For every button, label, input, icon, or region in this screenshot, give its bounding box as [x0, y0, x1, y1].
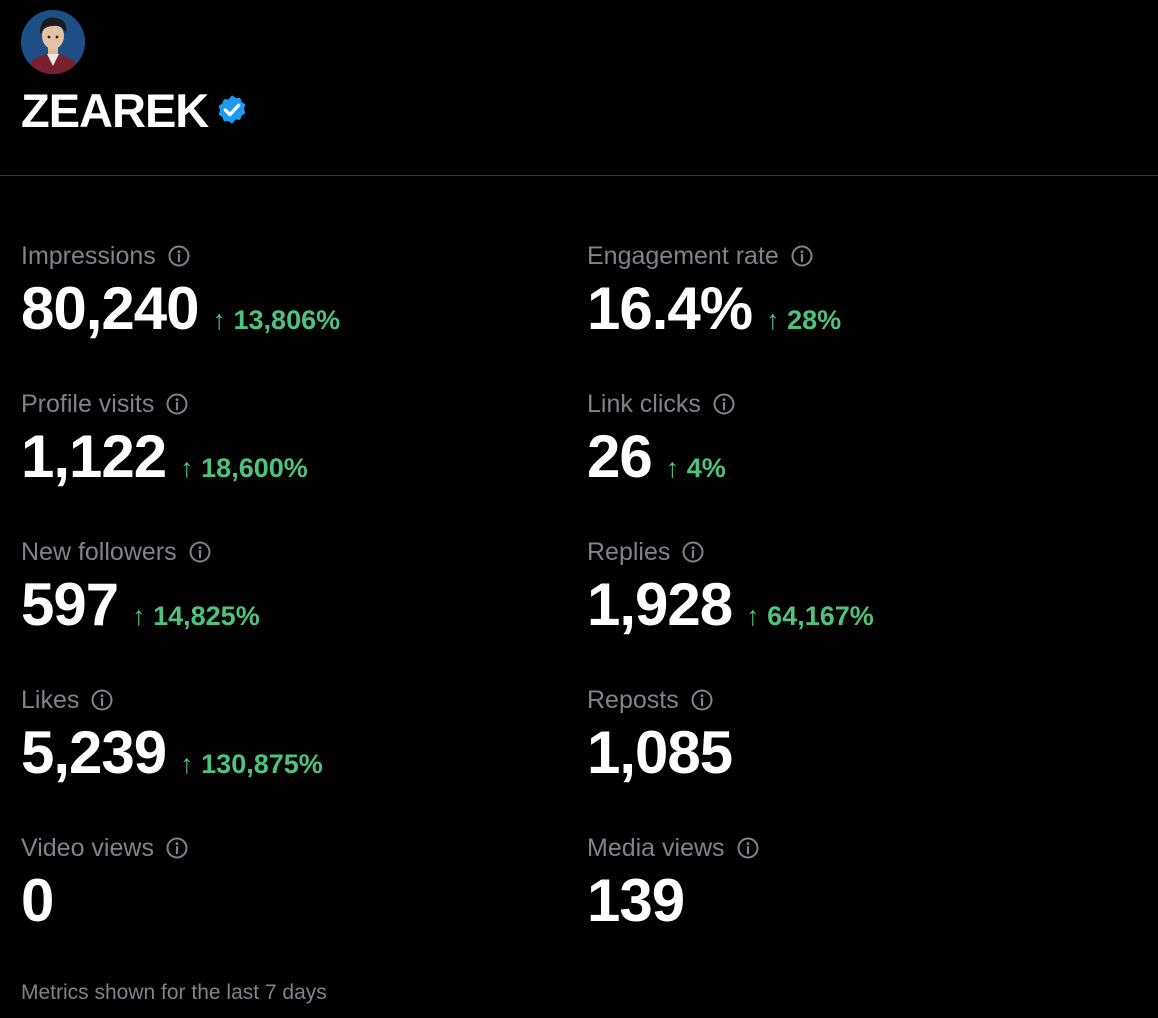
- metric-value: 80,240: [21, 275, 200, 342]
- metric-value: 139: [587, 867, 685, 934]
- metric-value: 1,122: [21, 423, 167, 490]
- analytics-page: ZEAREK Impressions 80,240 ↑ 13,806% Prof…: [0, 0, 1158, 1018]
- info-icon[interactable]: [167, 244, 191, 268]
- metric-video-views: Video views 0: [21, 833, 189, 931]
- info-icon[interactable]: [736, 836, 760, 860]
- metric-value: 16.4%: [587, 275, 753, 342]
- metric-reposts: Reposts 1,085: [587, 685, 746, 783]
- metric-media-views: Media views 139: [587, 833, 760, 931]
- metric-change: ↑ 28%: [766, 305, 842, 335]
- avatar-icon: [21, 10, 85, 74]
- metric-value: 26: [587, 423, 653, 490]
- metric-label: Video views: [21, 834, 154, 862]
- metric-value: 5,239: [21, 719, 167, 786]
- info-icon[interactable]: [712, 392, 736, 416]
- info-icon[interactable]: [165, 392, 189, 416]
- info-icon[interactable]: [90, 688, 114, 712]
- metric-label: Profile visits: [21, 390, 155, 418]
- info-icon[interactable]: [790, 244, 814, 268]
- display-name: ZEAREK: [21, 84, 209, 137]
- metric-change: ↑ 13,806%: [212, 305, 341, 335]
- metric-value: 1,085: [587, 719, 733, 786]
- info-icon[interactable]: [165, 836, 189, 860]
- metric-link-clicks: Link clicks 26 ↑ 4%: [587, 389, 736, 487]
- header-divider: [0, 175, 1158, 176]
- metric-replies: Replies 1,928 ↑ 64,167%: [587, 537, 874, 635]
- metric-change: ↑ 18,600%: [180, 453, 308, 483]
- metric-impressions: Impressions 80,240 ↑ 13,806%: [21, 241, 340, 339]
- info-icon[interactable]: [188, 540, 212, 564]
- metric-change: ↑ 130,875%: [180, 749, 323, 779]
- metric-change: ↑ 14,825%: [132, 601, 260, 631]
- metric-likes: Likes 5,239 ↑ 130,875%: [21, 685, 323, 783]
- metric-value: 1,928: [587, 571, 733, 638]
- metric-label: Engagement rate: [587, 242, 779, 270]
- metric-change: ↑ 4%: [665, 453, 726, 483]
- metric-new-followers: New followers 597 ↑ 14,825%: [21, 537, 260, 635]
- avatar[interactable]: [21, 10, 85, 74]
- metric-label: Link clicks: [587, 390, 701, 418]
- metrics-period-note: Metrics shown for the last 7 days: [21, 981, 327, 1004]
- metric-label: New followers: [21, 538, 177, 566]
- metric-label: Reposts: [587, 686, 679, 714]
- metric-label: Likes: [21, 686, 80, 714]
- metric-profile-visits: Profile visits 1,122 ↑ 18,600%: [21, 389, 308, 487]
- metric-label: Replies: [587, 538, 671, 566]
- metric-value: 597: [21, 571, 119, 638]
- metric-label: Media views: [587, 834, 725, 862]
- metric-change: ↑ 64,167%: [746, 601, 874, 631]
- verified-badge-icon[interactable]: [214, 93, 250, 129]
- metric-value: 0: [21, 867, 54, 934]
- profile-name-row: ZEAREK: [21, 86, 250, 136]
- info-icon[interactable]: [690, 688, 714, 712]
- metric-engagement-rate: Engagement rate 16.4% ↑ 28%: [587, 241, 841, 339]
- metric-label: Impressions: [21, 242, 156, 270]
- info-icon[interactable]: [681, 540, 705, 564]
